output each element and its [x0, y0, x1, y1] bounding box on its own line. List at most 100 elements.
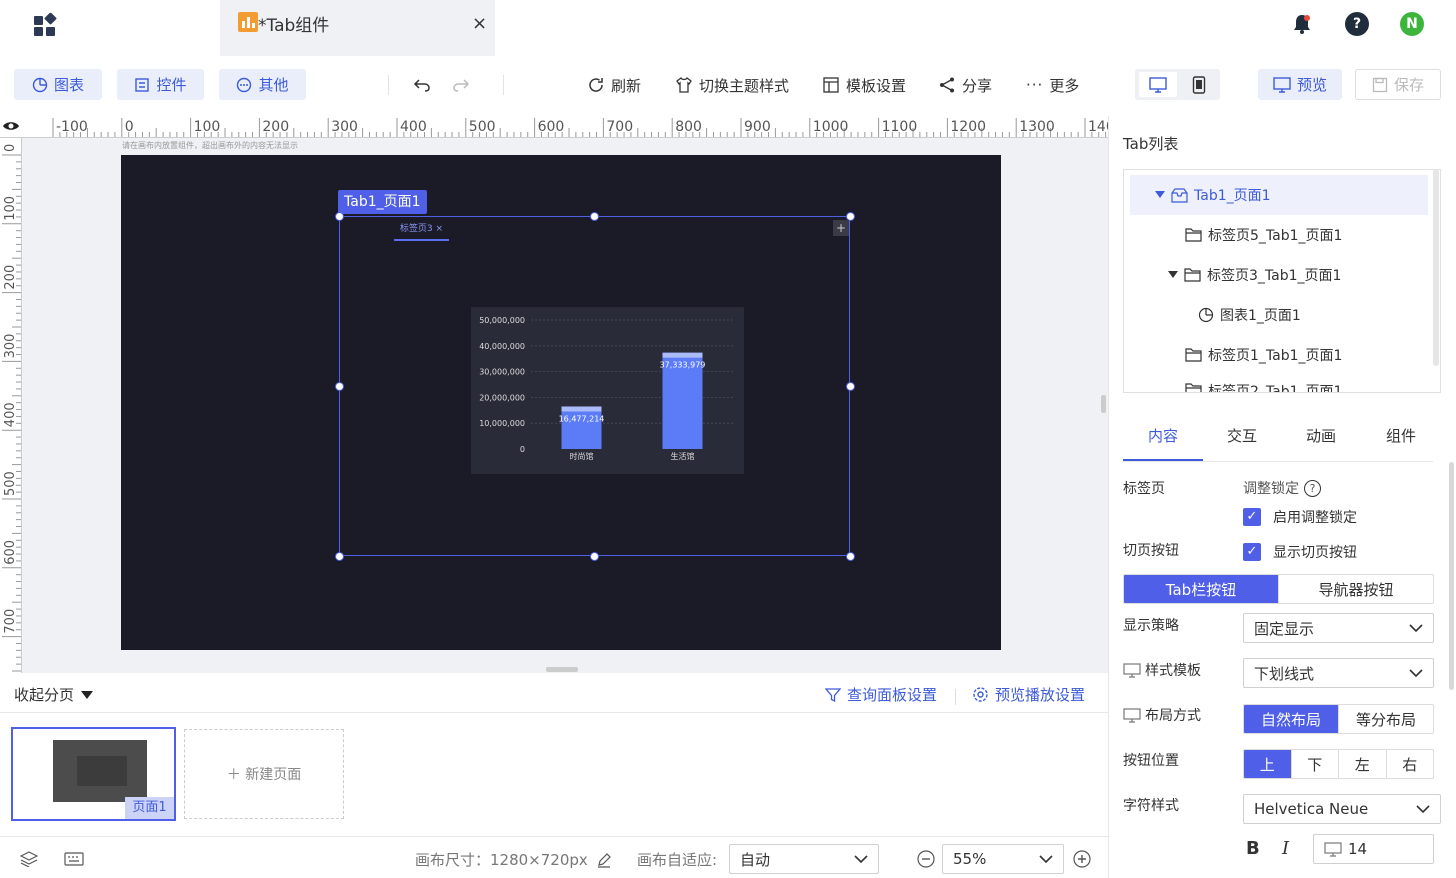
- toolbar-divider: [388, 75, 389, 95]
- italic-button[interactable]: I: [1282, 838, 1289, 859]
- tab-animation[interactable]: 动画: [1306, 425, 1336, 446]
- layers-icon[interactable]: [20, 851, 38, 867]
- share-button[interactable]: 分享: [938, 73, 992, 97]
- tree-item-label: 标签页1_Tab1_页面1: [1208, 348, 1343, 364]
- collapse-pages-button[interactable]: 收起分页: [14, 684, 94, 705]
- zoom-in-icon[interactable]: [1073, 850, 1091, 868]
- selection-label: Tab1_页面1: [338, 190, 427, 214]
- resize-handle[interactable]: [335, 382, 344, 391]
- user-avatar[interactable]: N: [1400, 12, 1424, 36]
- switch-theme-label: 切换主题样式: [699, 76, 790, 95]
- resize-handle[interactable]: [590, 212, 599, 221]
- equal-layout-option[interactable]: 等分布局: [1339, 705, 1433, 733]
- resize-handle[interactable]: [335, 212, 344, 221]
- chart-menu-button[interactable]: 图表: [14, 69, 102, 100]
- app-grid-icon[interactable]: [33, 13, 57, 37]
- refresh-button[interactable]: 刷新: [587, 73, 641, 97]
- canvas-hint: 请在画布内放置组件，超出画布外的内容无法显示: [122, 141, 298, 150]
- ruler-label: 400: [3, 402, 18, 427]
- font-family-select[interactable]: Helvetica Neue: [1243, 794, 1441, 824]
- position-bottom-option[interactable]: 下: [1292, 750, 1339, 778]
- tree-item-tab2[interactable]: 标签页2_Tab1_页面1: [1185, 375, 1342, 392]
- refresh-label: 刷新: [611, 76, 642, 95]
- keyboard-icon[interactable]: [64, 852, 84, 866]
- chart-widget[interactable]: 50,000,000 40,000,000 30,000,000 20,000,000…: [471, 307, 744, 474]
- preview-playback-settings-button[interactable]: 预览播放设置: [972, 684, 1085, 705]
- resize-handle[interactable]: [846, 552, 855, 561]
- tree-item-tab3[interactable]: 标签页3_Tab1_页面1: [1168, 255, 1341, 295]
- layout-row: 布局方式: [1123, 705, 1201, 725]
- tree-item-tab1-page[interactable]: 标签页1_Tab1_页面1: [1185, 335, 1342, 375]
- chevron-down-icon: [854, 854, 868, 863]
- position-right-option[interactable]: 右: [1387, 750, 1434, 778]
- refresh-icon: [589, 78, 603, 92]
- desktop-icon[interactable]: [1139, 72, 1177, 97]
- panel-scrollbar[interactable]: [1449, 462, 1454, 690]
- control-icon: [135, 77, 150, 92]
- zoom-select[interactable]: 55%: [942, 844, 1064, 874]
- tree-item-tab5[interactable]: 标签页5_Tab1_页面1: [1185, 215, 1342, 255]
- edit-icon[interactable]: [596, 852, 612, 868]
- add-tab-button[interactable]: +: [833, 220, 849, 236]
- inner-tab-label[interactable]: 标签页3 ×: [394, 220, 449, 241]
- ruler-label: 200: [262, 119, 289, 135]
- display-strategy-select[interactable]: 固定显示: [1243, 613, 1434, 643]
- canvas-scrollbar[interactable]: [1101, 395, 1106, 413]
- ruler-label: 800: [675, 119, 702, 135]
- tree-item-tab1[interactable]: Tab1_页面1: [1155, 175, 1271, 215]
- tab-interaction[interactable]: 交互: [1227, 425, 1257, 446]
- zoom-out-icon[interactable]: [917, 850, 935, 868]
- style-template-row: 样式模板: [1123, 660, 1201, 680]
- tab-bar-button-option[interactable]: Tab栏按钮: [1124, 575, 1279, 603]
- canvas-fit-select[interactable]: 自动: [729, 844, 879, 874]
- monitor-icon: [1123, 662, 1141, 678]
- redo-icon[interactable]: [452, 73, 470, 97]
- more-button[interactable]: ··· 更多: [1026, 73, 1079, 97]
- bold-button[interactable]: B: [1246, 838, 1260, 859]
- control-menu-button[interactable]: 控件: [117, 69, 204, 100]
- template-settings-button[interactable]: 模板设置: [822, 73, 906, 97]
- device-switch: [1135, 69, 1220, 100]
- resize-handle[interactable]: [335, 552, 344, 561]
- tab-component[interactable]: 组件: [1386, 425, 1416, 446]
- other-menu-label: 其他: [258, 76, 289, 94]
- position-top-option[interactable]: 上: [1244, 750, 1292, 778]
- query-panel-settings-button[interactable]: 查询面板设置: [825, 684, 937, 705]
- tree-item-label: 标签页3_Tab1_页面1: [1207, 268, 1342, 284]
- help-icon[interactable]: ?: [1304, 479, 1321, 497]
- canvas-h-scrollbar[interactable]: [546, 667, 578, 672]
- ruler-label: 0: [125, 119, 134, 135]
- monitor-icon: [1273, 76, 1291, 93]
- navigator-button-option[interactable]: 导航器按钮: [1279, 575, 1433, 603]
- show-page-button-checkbox[interactable]: ✓ 显示切页按钮: [1243, 542, 1357, 562]
- undo-icon[interactable]: [413, 73, 431, 97]
- pie-chart-icon: [32, 77, 48, 92]
- mobile-icon[interactable]: [1181, 72, 1217, 97]
- eye-icon[interactable]: [2, 119, 20, 133]
- help-icon[interactable]: ?: [1345, 12, 1369, 36]
- other-menu-button[interactable]: 其他: [219, 69, 306, 100]
- enable-lock-checkbox[interactable]: ✓ 启用调整锁定: [1243, 507, 1357, 527]
- control-menu-label: 控件: [156, 76, 187, 94]
- ellipsis-icon: ···: [1026, 76, 1044, 94]
- toolbar-divider: [503, 75, 504, 95]
- tree-item-chart1[interactable]: 图表1_页面1: [1198, 295, 1301, 335]
- resize-handle[interactable]: [846, 382, 855, 391]
- tree-scrollbar[interactable]: [1433, 169, 1439, 366]
- data-label: 37,333,979: [660, 361, 706, 370]
- tab-close-icon[interactable]: ×: [472, 13, 487, 34]
- resize-handle[interactable]: [590, 552, 599, 561]
- style-template-select[interactable]: 下划线式: [1243, 658, 1434, 688]
- notification-bell-icon[interactable]: [1290, 12, 1314, 36]
- save-button[interactable]: 保存: [1355, 69, 1441, 100]
- natural-layout-option[interactable]: 自然布局: [1244, 705, 1339, 733]
- preview-button[interactable]: 预览: [1258, 69, 1342, 100]
- tab-title: *Tab组件: [258, 16, 330, 36]
- position-left-option[interactable]: 左: [1339, 750, 1387, 778]
- new-page-button[interactable]: ＋ 新建页面: [184, 729, 344, 819]
- data-label: 16,477,214: [559, 414, 605, 423]
- y-tick-label: 40,000,000: [479, 342, 525, 351]
- switch-theme-button[interactable]: 切换主题样式: [675, 73, 789, 97]
- font-size-input[interactable]: 14: [1313, 834, 1434, 864]
- tab-content[interactable]: 内容: [1148, 425, 1178, 446]
